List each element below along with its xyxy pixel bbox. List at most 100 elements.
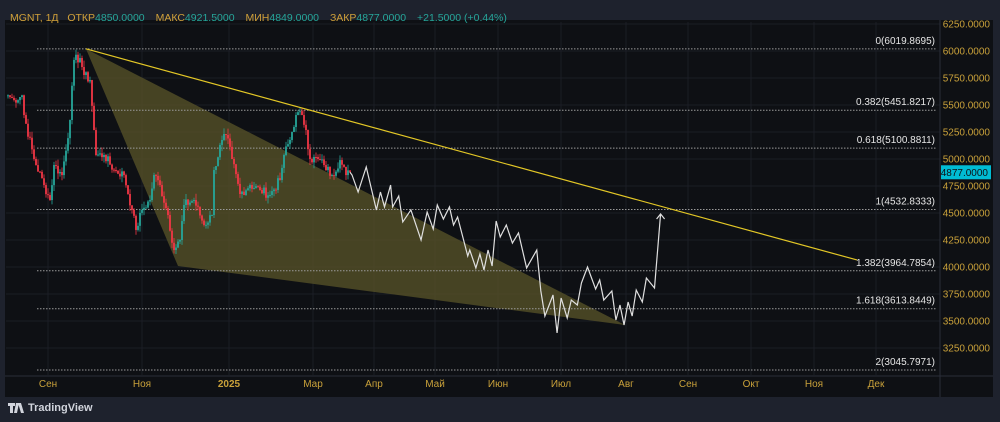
candle-body xyxy=(61,171,63,176)
legend-open: 4850.0000 xyxy=(95,12,145,24)
candle-body xyxy=(321,159,323,161)
candle-body xyxy=(345,166,347,176)
candle-body xyxy=(229,138,231,147)
candle xyxy=(289,137,291,150)
candle-body xyxy=(97,154,99,156)
candle-body xyxy=(197,205,199,207)
candle-body xyxy=(285,146,287,156)
candle-body xyxy=(247,188,249,191)
candle-body xyxy=(127,185,129,194)
candle xyxy=(287,139,289,148)
candle-body xyxy=(271,191,273,195)
candle-body xyxy=(303,115,305,125)
candle-body xyxy=(13,97,15,101)
candle-body xyxy=(195,200,197,206)
candle-body xyxy=(17,100,19,103)
candle-body xyxy=(157,175,159,181)
fib-level-label: 0.618(5100.8811) xyxy=(857,135,935,146)
candle-body xyxy=(53,165,55,186)
candle-body xyxy=(227,135,229,139)
legend-low-label: МИН xyxy=(245,12,270,24)
candle xyxy=(29,131,31,140)
candle-body xyxy=(59,171,61,174)
candle-body xyxy=(307,130,309,150)
candle-body xyxy=(77,54,79,63)
candle-body xyxy=(313,156,315,163)
y-tick-label: 3250.0000 xyxy=(943,344,991,355)
candle xyxy=(81,55,83,71)
candle-body xyxy=(343,164,345,167)
fib-level-label: 0(6019.8695) xyxy=(876,36,936,47)
candle xyxy=(103,152,105,163)
candle-body xyxy=(141,209,143,213)
candle-body xyxy=(23,95,25,116)
candle xyxy=(73,57,75,91)
candle xyxy=(19,97,21,105)
candle-body xyxy=(253,188,255,190)
candle-body xyxy=(21,95,23,98)
candle-body xyxy=(185,199,187,206)
candle-body xyxy=(259,186,261,190)
candle-body xyxy=(183,205,185,222)
candle-body xyxy=(329,166,331,176)
candle-body xyxy=(39,171,41,173)
candle xyxy=(213,166,215,219)
candle-body xyxy=(173,242,175,251)
candle-body xyxy=(237,174,239,184)
price-chart[interactable]: 6250.0000 6000.0000 5750.0000 5500.0000 5250… xyxy=(0,0,1000,422)
candle-body xyxy=(85,72,87,75)
candle-body xyxy=(103,155,105,158)
y-tick-label: 4000.0000 xyxy=(943,263,991,274)
candle xyxy=(25,112,27,124)
y-tick-label: 5250.0000 xyxy=(943,128,991,139)
candle-body xyxy=(105,155,107,162)
candle-body xyxy=(325,165,327,171)
candle-body xyxy=(299,111,301,113)
candle-body xyxy=(111,164,113,170)
legend-symbol[interactable]: MGNT, 1Д xyxy=(10,12,59,24)
legend-high: 4921.5000 xyxy=(184,12,235,24)
candle-body xyxy=(301,111,303,116)
candle-body xyxy=(145,207,147,209)
x-tick-label: Авг xyxy=(618,379,634,390)
candle-body xyxy=(191,201,193,203)
candle xyxy=(129,189,131,211)
candle-body xyxy=(213,170,215,216)
candle xyxy=(347,164,349,180)
candle xyxy=(37,159,39,173)
candle-body xyxy=(317,157,319,159)
candle-body xyxy=(73,59,75,86)
candle-body xyxy=(217,157,219,167)
candle xyxy=(99,148,101,157)
candle xyxy=(21,94,23,100)
candle-body xyxy=(235,164,237,175)
candle-body xyxy=(121,171,123,177)
candle-body xyxy=(9,95,11,97)
tradingview-logo[interactable]: TradingView xyxy=(8,402,93,414)
candle-body xyxy=(257,186,259,188)
legend-open-label: ОТКР xyxy=(67,12,96,24)
candle-body xyxy=(107,156,109,162)
candle xyxy=(337,162,339,174)
candle xyxy=(39,171,41,174)
y-tick-label: 4750.0000 xyxy=(943,182,991,193)
candle-body xyxy=(49,195,51,201)
y-tick-label: 6250.0000 xyxy=(943,20,991,31)
y-tick-label: 5500.0000 xyxy=(943,101,991,112)
candle-body xyxy=(287,144,289,147)
candle xyxy=(15,98,17,108)
candle xyxy=(127,185,129,195)
candle-body xyxy=(223,134,225,140)
candle-body xyxy=(41,171,43,179)
candle-body xyxy=(293,127,295,132)
candle xyxy=(295,112,297,132)
candle xyxy=(315,152,317,163)
candle-body xyxy=(347,170,349,176)
candle-body xyxy=(311,159,313,163)
candle-body xyxy=(123,171,125,176)
x-tick-label: Июн xyxy=(488,379,508,390)
candle xyxy=(327,163,329,173)
candle-body xyxy=(125,175,127,186)
candle xyxy=(17,99,19,104)
candle xyxy=(345,166,347,180)
